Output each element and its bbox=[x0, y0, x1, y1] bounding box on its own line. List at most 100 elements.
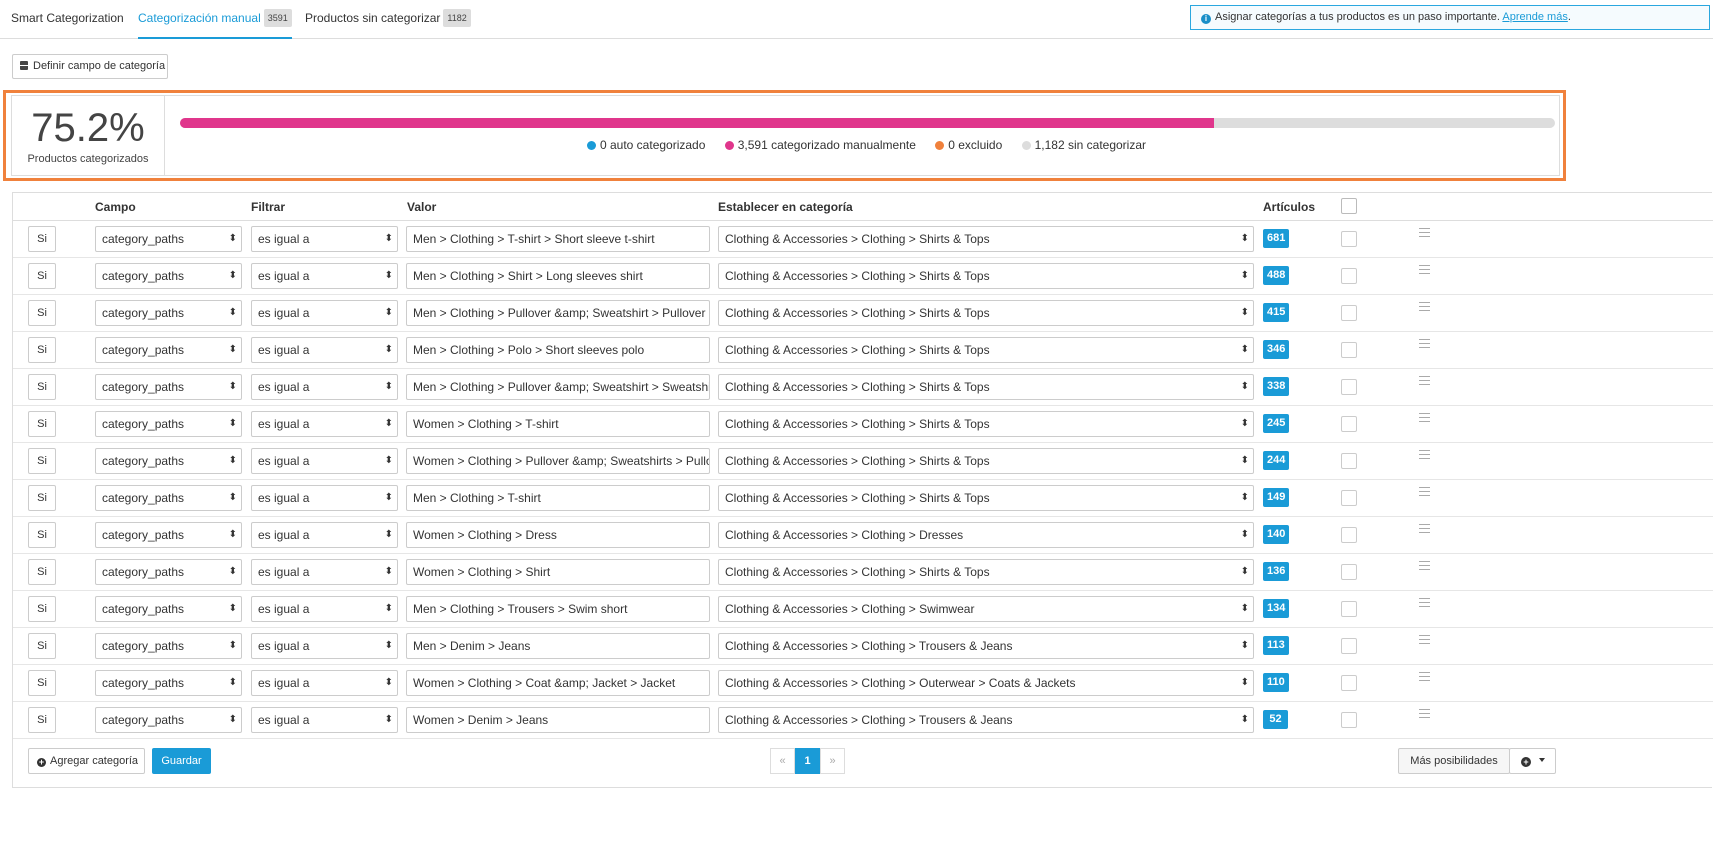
row-checkbox[interactable] bbox=[1341, 305, 1357, 321]
article-count-badge[interactable]: 149 bbox=[1263, 488, 1290, 507]
tab-uncategorized-products[interactable]: Productos sin categorizar 1182 bbox=[305, 9, 471, 39]
article-count-badge[interactable]: 681 bbox=[1263, 229, 1290, 248]
toggle-active-button[interactable]: Si bbox=[28, 522, 56, 548]
pagination-page[interactable]: 1 bbox=[795, 748, 820, 774]
drag-handle-icon[interactable] bbox=[1419, 598, 1430, 607]
row-checkbox[interactable] bbox=[1341, 268, 1357, 284]
toggle-active-button[interactable]: Si bbox=[28, 485, 56, 511]
article-count-badge[interactable]: 244 bbox=[1263, 451, 1290, 470]
learn-more-link[interactable]: Aprende más bbox=[1502, 11, 1567, 23]
value-input[interactable]: Men > Clothing > Polo > Short sleeves po… bbox=[406, 337, 710, 363]
value-input[interactable]: Men > Clothing > Shirt > Long sleeves sh… bbox=[406, 263, 710, 289]
toggle-active-button[interactable]: Si bbox=[28, 300, 56, 326]
category-select[interactable]: Clothing & Accessories > Clothing > Shir… bbox=[718, 263, 1254, 289]
category-select[interactable]: Clothing & Accessories > Clothing > Shir… bbox=[718, 559, 1254, 585]
value-input[interactable]: Men > Clothing > Trousers > Swim short bbox=[406, 596, 710, 622]
category-select[interactable]: Clothing & Accessories > Clothing > Swim… bbox=[718, 596, 1254, 622]
article-count-badge[interactable]: 338 bbox=[1263, 377, 1290, 396]
filter-select[interactable]: es igual a bbox=[251, 411, 398, 437]
pagination-prev[interactable]: « bbox=[770, 748, 795, 774]
article-count-badge[interactable]: 488 bbox=[1263, 266, 1290, 285]
value-input[interactable]: Women > Clothing > T-shirt bbox=[406, 411, 710, 437]
add-category-button[interactable]: + Agregar categoría bbox=[28, 748, 145, 774]
article-count-badge[interactable]: 245 bbox=[1263, 414, 1290, 433]
category-select[interactable]: Clothing & Accessories > Clothing > Dres… bbox=[718, 522, 1254, 548]
select-all-checkbox[interactable] bbox=[1341, 198, 1357, 214]
category-select[interactable]: Clothing & Accessories > Clothing > Shir… bbox=[718, 485, 1254, 511]
drag-handle-icon[interactable] bbox=[1419, 672, 1430, 681]
drag-handle-icon[interactable] bbox=[1419, 450, 1430, 459]
value-input[interactable]: Women > Clothing > Coat &amp; Jacket > J… bbox=[406, 670, 710, 696]
filter-select[interactable]: es igual a bbox=[251, 707, 398, 733]
filter-select[interactable]: es igual a bbox=[251, 448, 398, 474]
filter-select[interactable]: es igual a bbox=[251, 374, 398, 400]
category-select[interactable]: Clothing & Accessories > Clothing > Oute… bbox=[718, 670, 1254, 696]
campo-select[interactable]: category_paths bbox=[95, 411, 242, 437]
campo-select[interactable]: category_paths bbox=[95, 263, 242, 289]
toggle-active-button[interactable]: Si bbox=[28, 263, 56, 289]
campo-select[interactable]: category_paths bbox=[95, 374, 242, 400]
toggle-active-button[interactable]: Si bbox=[28, 448, 56, 474]
value-input[interactable]: Women > Denim > Jeans bbox=[406, 707, 710, 733]
value-input[interactable]: Men > Clothing > Pullover &amp; Sweatshi… bbox=[406, 300, 710, 326]
row-checkbox[interactable] bbox=[1341, 564, 1357, 580]
campo-select[interactable]: category_paths bbox=[95, 707, 242, 733]
drag-handle-icon[interactable] bbox=[1419, 228, 1430, 237]
campo-select[interactable]: category_paths bbox=[95, 300, 242, 326]
save-button[interactable]: Guardar bbox=[152, 748, 211, 774]
category-select[interactable]: Clothing & Accessories > Clothing > Shir… bbox=[718, 226, 1254, 252]
toggle-active-button[interactable]: Si bbox=[28, 374, 56, 400]
category-select[interactable]: Clothing & Accessories > Clothing > Shir… bbox=[718, 300, 1254, 326]
article-count-badge[interactable]: 110 bbox=[1263, 673, 1289, 692]
filter-select[interactable]: es igual a bbox=[251, 522, 398, 548]
value-input[interactable]: Women > Clothing > Pullover &amp; Sweats… bbox=[406, 448, 710, 474]
category-select[interactable]: Clothing & Accessories > Clothing > Shir… bbox=[718, 448, 1254, 474]
article-count-badge[interactable]: 140 bbox=[1263, 525, 1290, 544]
filter-select[interactable]: es igual a bbox=[251, 263, 398, 289]
drag-handle-icon[interactable] bbox=[1419, 487, 1430, 496]
filter-select[interactable]: es igual a bbox=[251, 596, 398, 622]
value-input[interactable]: Men > Clothing > Pullover &amp; Sweatshi… bbox=[406, 374, 710, 400]
add-options-dropdown-button[interactable]: + bbox=[1509, 748, 1556, 774]
article-count-badge[interactable]: 346 bbox=[1263, 340, 1290, 359]
toggle-active-button[interactable]: Si bbox=[28, 559, 56, 585]
row-checkbox[interactable] bbox=[1341, 342, 1357, 358]
value-input[interactable]: Men > Clothing > T-shirt > Short sleeve … bbox=[406, 226, 710, 252]
article-count-badge[interactable]: 52 bbox=[1263, 710, 1288, 729]
value-input[interactable]: Women > Clothing > Shirt bbox=[406, 559, 710, 585]
article-count-badge[interactable]: 415 bbox=[1263, 303, 1290, 322]
campo-select[interactable]: category_paths bbox=[95, 670, 242, 696]
category-select[interactable]: Clothing & Accessories > Clothing > Shir… bbox=[718, 337, 1254, 363]
campo-select[interactable]: category_paths bbox=[95, 522, 242, 548]
drag-handle-icon[interactable] bbox=[1419, 709, 1430, 718]
campo-select[interactable]: category_paths bbox=[95, 559, 242, 585]
toggle-active-button[interactable]: Si bbox=[28, 707, 56, 733]
campo-select[interactable]: category_paths bbox=[95, 448, 242, 474]
campo-select[interactable]: category_paths bbox=[95, 633, 242, 659]
value-input[interactable]: Women > Clothing > Dress bbox=[406, 522, 710, 548]
drag-handle-icon[interactable] bbox=[1419, 635, 1430, 644]
row-checkbox[interactable] bbox=[1341, 527, 1357, 543]
row-checkbox[interactable] bbox=[1341, 453, 1357, 469]
drag-handle-icon[interactable] bbox=[1419, 524, 1430, 533]
filter-select[interactable]: es igual a bbox=[251, 226, 398, 252]
row-checkbox[interactable] bbox=[1341, 601, 1357, 617]
tab-manual-categorization[interactable]: Categorización manual 3591 bbox=[138, 9, 292, 39]
drag-handle-icon[interactable] bbox=[1419, 302, 1430, 311]
drag-handle-icon[interactable] bbox=[1419, 561, 1430, 570]
article-count-badge[interactable]: 136 bbox=[1263, 562, 1290, 581]
filter-select[interactable]: es igual a bbox=[251, 559, 398, 585]
row-checkbox[interactable] bbox=[1341, 416, 1357, 432]
more-options-button[interactable]: Más posibilidades bbox=[1398, 748, 1510, 774]
toggle-active-button[interactable]: Si bbox=[28, 633, 56, 659]
value-input[interactable]: Men > Denim > Jeans bbox=[406, 633, 710, 659]
filter-select[interactable]: es igual a bbox=[251, 633, 398, 659]
campo-select[interactable]: category_paths bbox=[95, 226, 242, 252]
campo-select[interactable]: category_paths bbox=[95, 485, 242, 511]
filter-select[interactable]: es igual a bbox=[251, 485, 398, 511]
article-count-badge[interactable]: 113 bbox=[1263, 636, 1289, 655]
row-checkbox[interactable] bbox=[1341, 712, 1357, 728]
row-checkbox[interactable] bbox=[1341, 490, 1357, 506]
tab-smart-categorization[interactable]: Smart Categorization bbox=[11, 9, 124, 39]
row-checkbox[interactable] bbox=[1341, 231, 1357, 247]
